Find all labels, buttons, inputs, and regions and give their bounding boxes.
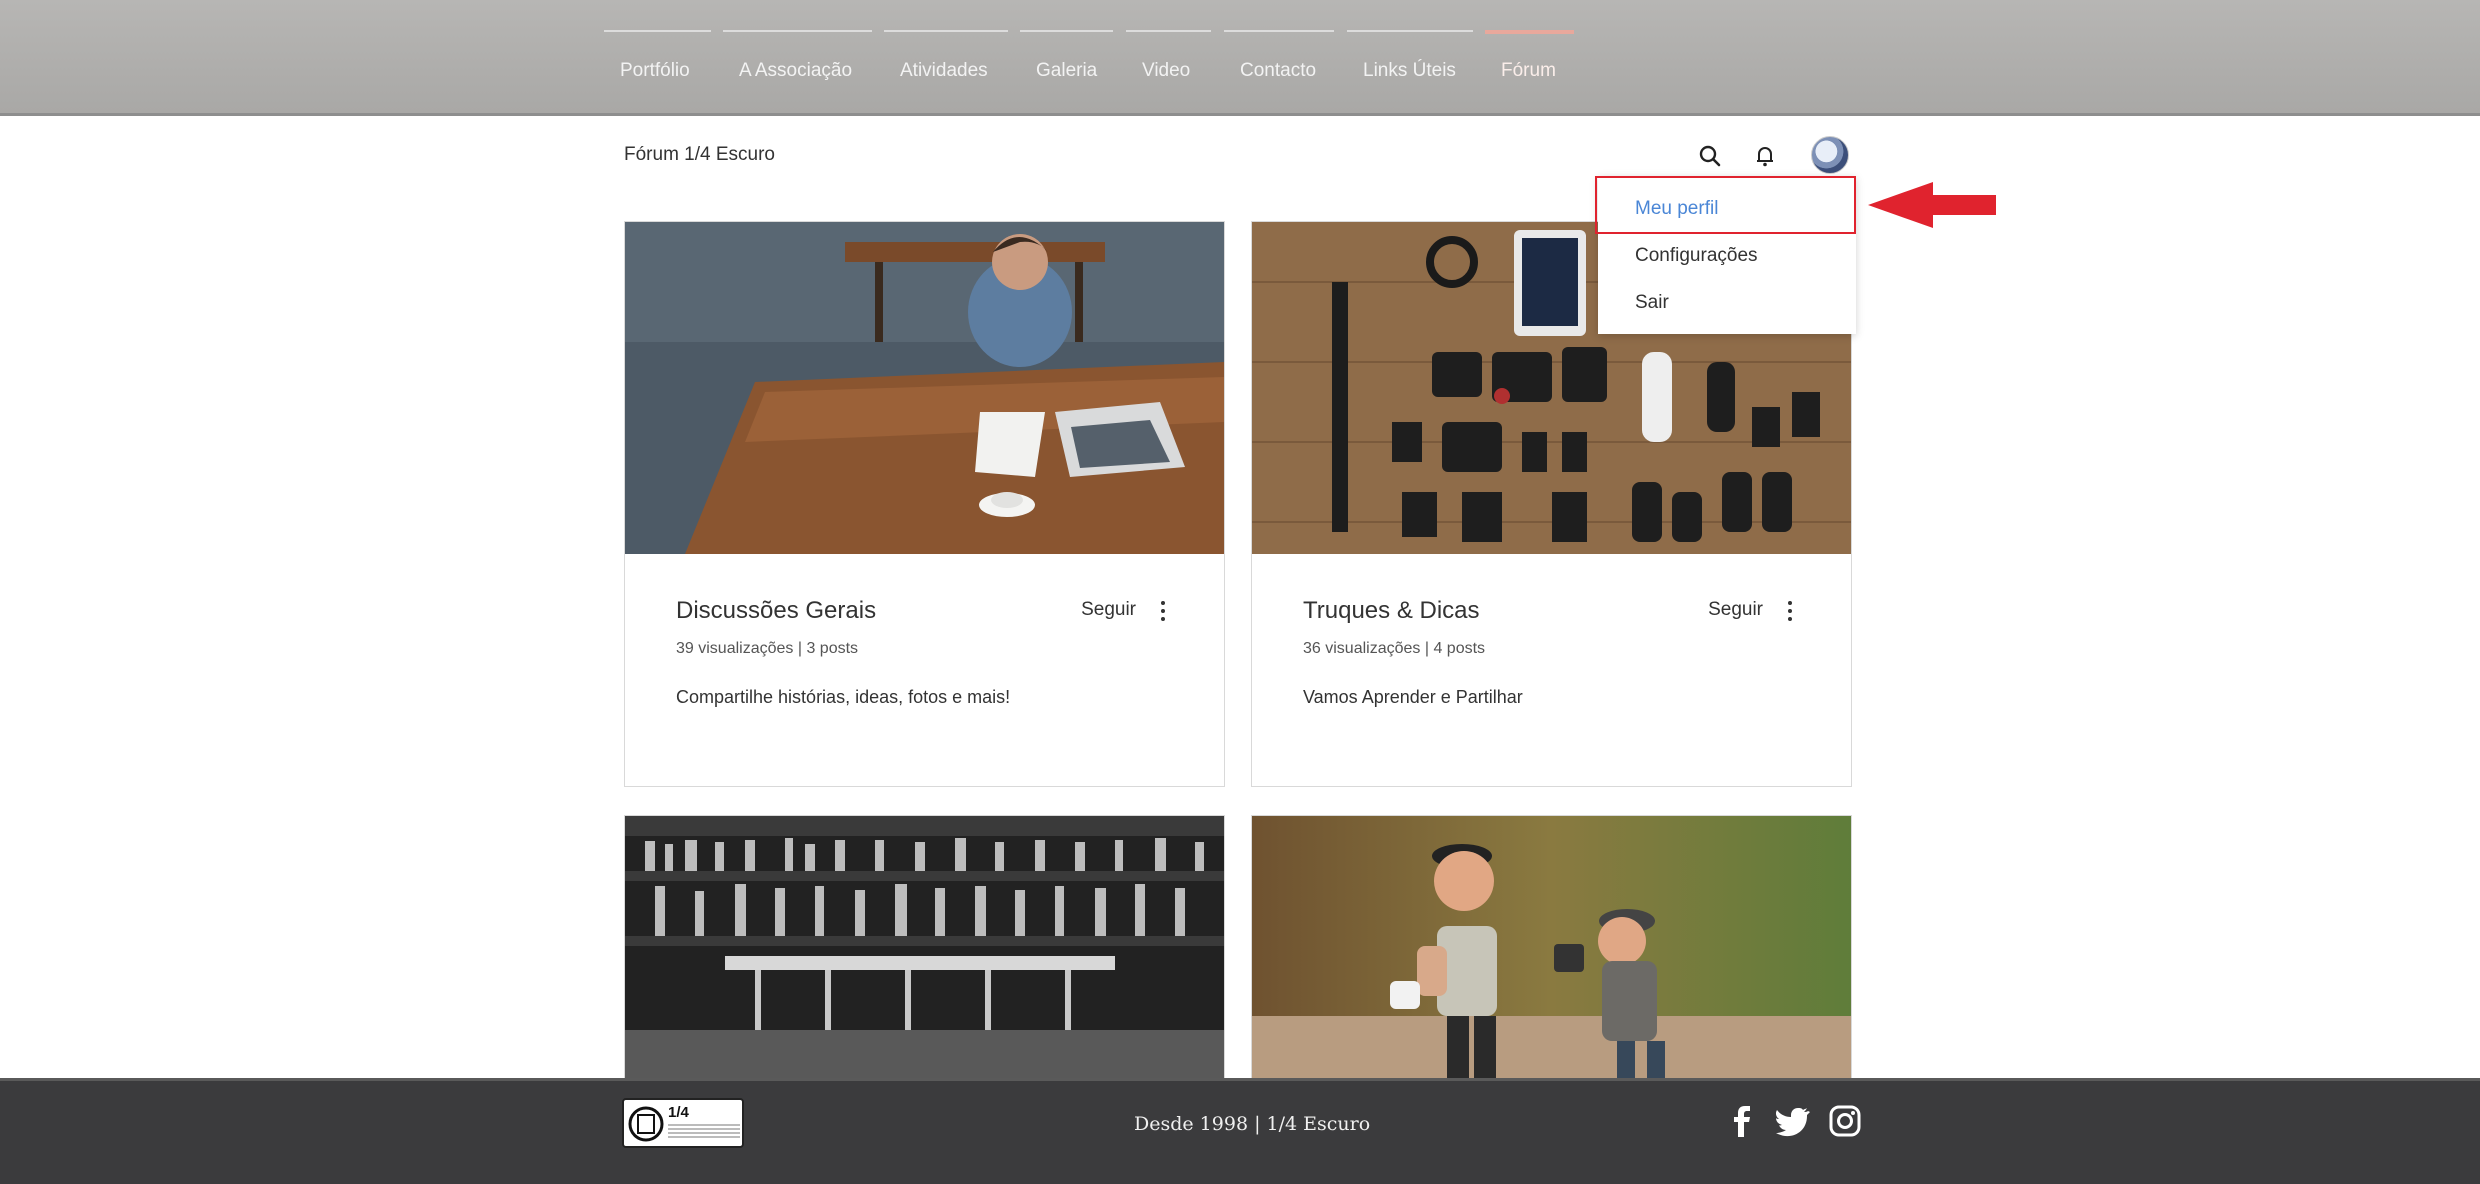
avatar[interactable] (1811, 136, 1849, 174)
nav-item-video[interactable]: Video (1126, 30, 1211, 100)
category-stats: 36 visualizações | 4 posts (1303, 640, 1486, 657)
category-card[interactable]: Discussões Gerais Seguir 39 visualizaçõe… (624, 221, 1225, 787)
twitter-icon[interactable] (1775, 1104, 1810, 1138)
logo-subtext (668, 1124, 740, 1140)
nav-label: Contacto (1240, 60, 1317, 81)
nav-item-atividades[interactable]: Atividades (884, 30, 1008, 100)
highlight-box (1595, 176, 1856, 234)
instagram-icon[interactable] (1828, 1104, 1862, 1138)
category-image-figurines (1252, 816, 1851, 1078)
category-image-bar (625, 816, 1224, 1078)
menu-item-configuracoes[interactable]: Configurações (1635, 245, 1758, 267)
nav-item-links-uteis[interactable]: Links Úteis (1347, 30, 1473, 100)
more-options-icon[interactable] (1158, 600, 1168, 622)
arrow-left-icon (1868, 182, 1998, 228)
search-icon[interactable] (1694, 140, 1726, 172)
menu-item-sair[interactable]: Sair (1635, 292, 1669, 314)
nav-item-associacao[interactable]: A Associação (723, 30, 872, 100)
nav-item-contacto[interactable]: Contacto (1224, 30, 1334, 100)
follow-button[interactable]: Seguir (1081, 599, 1136, 621)
page: Portfólio A Associação Atividades Galeri… (0, 0, 2480, 1184)
more-options-icon[interactable] (1785, 600, 1795, 622)
nav-label: Galeria (1036, 60, 1098, 81)
facebook-icon[interactable] (1725, 1104, 1759, 1138)
category-description: Vamos Aprender e Partilhar (1303, 687, 1523, 707)
nav-label: Links Úteis (1363, 60, 1456, 81)
nav-label: Video (1142, 60, 1191, 81)
nav-label: Atividades (900, 60, 988, 81)
nav-item-galeria[interactable]: Galeria (1020, 30, 1113, 100)
bell-icon[interactable] (1749, 140, 1781, 172)
category-description: Compartilhe histórias, ideas, fotos e ma… (676, 687, 1011, 707)
category-image-discussions (625, 222, 1224, 554)
nav-item-forum[interactable]: Fórum (1485, 30, 1574, 100)
footer: 1/4 ESCURO Desde 1998 | 1/4 Escuro (0, 1078, 2480, 1184)
category-card[interactable] (1251, 815, 1852, 1085)
forum-title[interactable]: Fórum 1/4 Escuro (624, 144, 775, 166)
nav-item-portfolio[interactable]: Portfólio (604, 30, 711, 100)
nav-label: Fórum (1501, 60, 1556, 81)
nav-label: A Associação (739, 60, 853, 81)
category-stats: 39 visualizações | 3 posts (676, 640, 859, 657)
nav-label: Portfólio (620, 60, 690, 81)
top-navigation: Portfólio A Associação Atividades Galeri… (0, 0, 2480, 116)
follow-button[interactable]: Seguir (1708, 599, 1763, 621)
category-title[interactable]: Truques & Dicas (1303, 597, 1480, 625)
footer-text: Desde 1998 | 1/4 Escuro (1134, 1113, 1371, 1135)
category-card[interactable] (624, 815, 1225, 1085)
footer-logo[interactable]: 1/4 ESCURO (622, 1098, 744, 1148)
category-title[interactable]: Discussões Gerais (676, 597, 876, 625)
